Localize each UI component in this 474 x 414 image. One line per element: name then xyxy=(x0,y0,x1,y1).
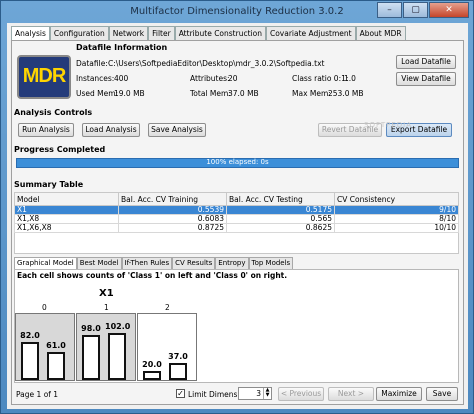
limit-dimension-value: 3 xyxy=(256,389,261,398)
attributes-label: Attributes: xyxy=(190,74,230,83)
analysis-panel: Datafile Information MDR Datafile: C:\Us… xyxy=(11,40,464,405)
previous-button[interactable]: < Previous xyxy=(278,387,324,401)
bar-value-label: 37.0 xyxy=(168,352,188,361)
load-datafile-button[interactable]: Load Datafile xyxy=(396,55,456,69)
tab-network[interactable]: Network xyxy=(108,26,149,40)
analysis-controls-title: Analysis Controls xyxy=(14,108,93,117)
bar-class1 xyxy=(143,371,161,380)
close-button[interactable]: ✕ xyxy=(429,2,469,18)
table-row[interactable]: X1,X6,X8 0.8725 0.8625 10/10 xyxy=(14,223,459,233)
column-header-cv-consistency[interactable]: CV Consistency xyxy=(334,192,459,206)
title-bar[interactable]: Multifactor Dimensionality Reduction 3.0… xyxy=(1,1,473,23)
attributes-value: 20 xyxy=(228,74,238,83)
view-datafile-button[interactable]: View Datafile xyxy=(396,72,456,86)
bar-value-label: 102.0 xyxy=(105,322,131,331)
cv-consistency-cell: 10/10 xyxy=(334,223,459,233)
tab-configuration[interactable]: Configuration xyxy=(49,26,109,40)
datafile-path: C:\Users\SoftpediaEditor\Desktop\mdr_3.0… xyxy=(108,59,325,68)
main-tabs: Analysis Configuration Network Filter At… xyxy=(11,26,406,40)
bar-class1 xyxy=(21,342,39,380)
tab-top-models[interactable]: Top Models xyxy=(248,257,294,269)
bar-class0 xyxy=(47,352,65,380)
datafile-label: Datafile: xyxy=(76,59,108,68)
next-button[interactable]: Next > xyxy=(328,387,374,401)
result-tabs: Graphical Model Best Model If-Then Rules… xyxy=(14,257,294,269)
level-label: 1 xyxy=(104,303,109,312)
progress-section-title: Progress Completed xyxy=(14,145,106,154)
used-mem-label: Used Mem: xyxy=(76,89,119,98)
column-header-cv-training[interactable]: Bal. Acc. CV Training xyxy=(118,192,227,206)
summary-section-title: Summary Table xyxy=(14,180,84,189)
bar-value-label: 61.0 xyxy=(46,341,66,350)
total-mem-label: Total Mem: xyxy=(190,89,231,98)
tab-covariate-adjustment[interactable]: Covariate Adjustment xyxy=(265,26,356,40)
bar-value-label: 20.0 xyxy=(142,360,162,369)
table-row[interactable]: X1 0.5539 0.5175 9/10 xyxy=(14,205,459,215)
column-header-model[interactable]: Model xyxy=(14,192,119,206)
class-ratio-value: 1.0 xyxy=(344,74,356,83)
max-mem-label: Max Mem: xyxy=(292,89,331,98)
attribute-name: X1 xyxy=(99,288,114,299)
tab-if-then-rules[interactable]: If-Then Rules xyxy=(121,257,173,269)
graphical-model-area: Each cell shows counts of 'Class 1' on l… xyxy=(14,269,459,383)
tab-graphical-model[interactable]: Graphical Model xyxy=(14,257,77,269)
summary-table: Model Bal. Acc. CV Training Bal. Acc. CV… xyxy=(14,192,459,233)
load-analysis-button[interactable]: Load Analysis xyxy=(82,123,140,137)
bar-value-label: 82.0 xyxy=(20,331,40,340)
cv-testing-cell: 0.8625 xyxy=(226,223,335,233)
run-analysis-button[interactable]: Run Analysis xyxy=(18,123,74,137)
bar-class0 xyxy=(169,363,187,380)
watermark: SOFTPEDIA xyxy=(364,121,413,129)
bar-class1 xyxy=(82,335,100,380)
maximize-button[interactable]: Maximize xyxy=(376,387,422,401)
save-analysis-button[interactable]: Save Analysis xyxy=(148,123,206,137)
bar-value-label: 98.0 xyxy=(81,324,101,333)
instances-label: Instances: xyxy=(76,74,115,83)
tab-attribute-construction[interactable]: Attribute Construction xyxy=(174,26,266,40)
mdr-logo: MDR xyxy=(17,55,71,99)
tab-about-mdr[interactable]: About MDR xyxy=(355,26,406,40)
bar-class0 xyxy=(108,333,126,380)
table-header-row: Model Bal. Acc. CV Training Bal. Acc. CV… xyxy=(14,192,459,206)
limit-dimension-checkbox[interactable]: ✓ xyxy=(176,389,185,398)
level-label: 2 xyxy=(165,303,170,312)
page-indicator: Page 1 of 1 xyxy=(16,390,59,399)
class-ratio-label: Class ratio 0:1: xyxy=(292,74,349,83)
progress-bar: 100% elapsed: 0s xyxy=(16,158,459,168)
save-button[interactable]: Save xyxy=(426,387,458,401)
limit-dimension-spinner[interactable]: 3 ▲ ▼ xyxy=(238,387,272,400)
total-mem-value: 37.0 MB xyxy=(228,89,259,98)
graph-caption: Each cell shows counts of 'Class 1' on l… xyxy=(17,271,288,280)
maximize-window-button[interactable]: ▢ xyxy=(403,2,428,18)
tab-cv-results[interactable]: CV Results xyxy=(172,257,216,269)
spinner-arrows-icon[interactable]: ▲ ▼ xyxy=(263,388,271,399)
tab-analysis[interactable]: Analysis xyxy=(11,26,50,40)
tab-best-model[interactable]: Best Model xyxy=(76,257,122,269)
table-row[interactable]: X1,X8 0.6083 0.565 8/10 xyxy=(14,214,459,224)
cv-training-cell: 0.8725 xyxy=(118,223,227,233)
instances-value: 400 xyxy=(114,74,129,83)
max-mem-value: 253.0 MB xyxy=(328,89,364,98)
model-cell: X1,X6,X8 xyxy=(14,223,119,233)
app-window: Multifactor Dimensionality Reduction 3.0… xyxy=(0,0,474,414)
tab-entropy[interactable]: Entropy xyxy=(215,257,249,269)
client-area: Analysis Configuration Network Filter At… xyxy=(7,23,468,409)
used-mem-value: 19.0 MB xyxy=(114,89,145,98)
level-label: 0 xyxy=(42,303,47,312)
datafile-section-title: Datafile Information xyxy=(76,43,168,52)
tab-filter[interactable]: Filter xyxy=(148,26,175,40)
column-header-cv-testing[interactable]: Bal. Acc. CV Testing xyxy=(226,192,335,206)
minimize-button[interactable]: – xyxy=(377,2,402,18)
